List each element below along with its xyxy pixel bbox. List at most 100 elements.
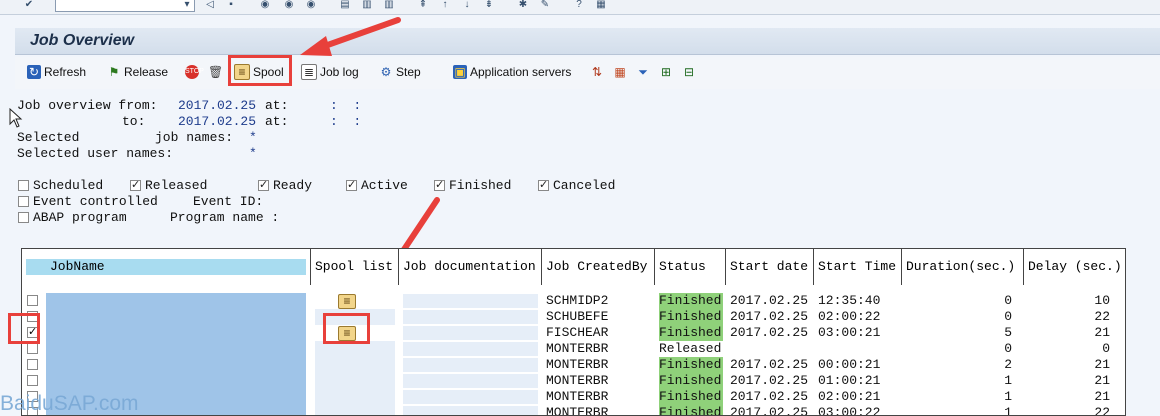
start-time-cell: 03:00:22 (818, 405, 881, 416)
released-label: Released (145, 178, 208, 193)
header-duration[interactable]: Duration(sec.) (902, 249, 1024, 285)
header-starttime-label: Start Time (818, 259, 897, 274)
created-by-cell: FISCHEAR (546, 325, 609, 340)
delay-cell: 10 (1094, 293, 1110, 308)
row-select-checkbox[interactable] (27, 375, 38, 386)
row-select-checkbox[interactable] (27, 343, 38, 354)
from-label: Job overview from: (17, 98, 158, 113)
header-createdby-label: Job CreatedBy (546, 259, 648, 274)
job-name-cell-blurred (46, 357, 306, 373)
row-select-checkbox[interactable] (27, 359, 38, 370)
status-cell: Released (659, 341, 722, 356)
arrow-head-top (300, 36, 332, 56)
row-select-checkbox[interactable] (27, 295, 38, 306)
table-row[interactable]: SCHUBEFE Finished 2017.02.25 02:00:22 0 22 (22, 309, 1125, 325)
start-time-cell: 01:00:21 (818, 373, 881, 388)
duration-cell: 1 (1004, 405, 1012, 416)
start-time-cell: 02:00:22 (818, 309, 881, 324)
header-start-date[interactable]: Start date (726, 249, 814, 285)
created-by-cell: MONTERBR (546, 341, 609, 356)
start-date-cell: 2017.02.25 (730, 357, 809, 372)
job-name-cell-blurred (46, 341, 306, 357)
created-by-cell: MONTERBR (546, 389, 609, 404)
mouse-cursor-icon (9, 108, 23, 128)
annotation-box-checkbox (8, 313, 40, 344)
table-row[interactable]: MONTERBR Finished 2017.02.25 02:00:21 1 21 (22, 389, 1125, 405)
abap-program-checkbox[interactable] (18, 212, 29, 223)
canceled-checkbox[interactable] (538, 178, 549, 191)
canceled-label: Canceled (553, 178, 616, 193)
job-documentation-cell (403, 326, 538, 340)
ready-checkbox[interactable] (258, 178, 269, 191)
delay-cell: 21 (1094, 373, 1110, 388)
job-documentation-cell (403, 374, 538, 388)
table-row[interactable]: MONTERBR Finished 2017.02.25 00:00:21 2 21 (22, 357, 1125, 373)
duration-cell: 5 (1004, 325, 1012, 340)
start-date-cell: 2017.02.25 (730, 309, 809, 324)
table-row[interactable]: MONTERBR Finished 2017.02.25 01:00:21 1 21 (22, 373, 1125, 389)
delay-cell: 22 (1094, 309, 1110, 324)
created-by-cell: MONTERBR (546, 405, 609, 416)
spool-list-icon[interactable]: ≡ (338, 294, 356, 309)
user-names-value: * (249, 146, 257, 161)
start-date-cell: 2017.02.25 (730, 293, 809, 308)
delay-cell: 21 (1094, 389, 1110, 404)
annotation-box-spool-icon (323, 313, 370, 344)
table-row[interactable]: ≡ SCHMIDP2 Finished 2017.02.25 12:35:40 0 10 (22, 293, 1125, 309)
to-label: to: (122, 114, 146, 129)
event-id-label: Event ID: (193, 194, 264, 209)
active-checkbox[interactable] (346, 178, 357, 191)
job-names-value: * (249, 130, 257, 145)
spool-cell (315, 389, 395, 405)
job-name-cell-blurred (46, 325, 306, 341)
start-date-cell: 2017.02.25 (730, 389, 809, 404)
status-cell: Finished (659, 309, 723, 325)
status-cell: Finished (659, 373, 723, 389)
job-documentation-cell (403, 390, 538, 404)
at-label-2: at: (265, 114, 289, 129)
table-row[interactable]: MONTERBR Released 0 0 (22, 341, 1125, 357)
created-by-cell: SCHUBEFE (546, 309, 609, 324)
selected-label: Selected (17, 130, 80, 145)
created-by-cell: MONTERBR (546, 357, 609, 372)
watermark: BaiduSAP.com (0, 392, 139, 415)
duration-cell: 0 (1004, 309, 1012, 324)
event-controlled-checkbox[interactable] (18, 196, 29, 207)
ready-label: Ready (273, 178, 313, 193)
delay-cell: 21 (1094, 325, 1110, 340)
released-checkbox[interactable] (130, 178, 141, 191)
job-documentation-cell (403, 310, 538, 324)
job-documentation-cell (403, 358, 538, 372)
status-cell: Finished (659, 389, 723, 405)
scheduled-checkbox[interactable] (18, 180, 29, 191)
table-row[interactable]: MONTERBR Finished 2017.02.25 03:00:22 1 22 (22, 405, 1125, 416)
header-start-time[interactable]: Start Time (814, 249, 902, 285)
header-delay[interactable]: Delay (sec.) (1024, 249, 1125, 285)
job-name-cell-blurred (46, 373, 306, 389)
finished-label: Finished (449, 178, 512, 193)
delay-cell: 0 (1102, 341, 1110, 356)
header-duration-label: Duration(sec.) (906, 259, 1016, 274)
header-status[interactable]: Status (655, 249, 726, 285)
header-jobname-label: JobName (50, 259, 105, 274)
from-date: 2017.02.25 (178, 98, 257, 113)
job-documentation-cell (403, 342, 538, 356)
delay-cell: 21 (1094, 357, 1110, 372)
header-job-createdby[interactable]: Job CreatedBy (542, 249, 655, 285)
to-time: : : (330, 114, 362, 129)
start-date-cell: 2017.02.25 (730, 373, 809, 388)
start-time-cell: 12:35:40 (818, 293, 881, 308)
table-row[interactable]: ✓ ≡ FISCHEAR Finished 2017.02.25 03:00:21 5 21 (22, 325, 1125, 341)
job-documentation-cell (403, 294, 538, 308)
event-controlled-label: Event controlled (33, 194, 158, 209)
spool-cell (315, 373, 395, 389)
finished-checkbox[interactable] (434, 178, 445, 191)
delay-cell: 22 (1094, 405, 1110, 416)
start-time-cell: 02:00:21 (818, 389, 881, 404)
header-spool-list[interactable]: Spool list (311, 249, 399, 285)
header-status-label: Status (659, 259, 706, 274)
header-jobname[interactable]: JobName (22, 249, 311, 285)
start-date-cell: 2017.02.25 (730, 405, 809, 416)
header-job-documentation[interactable]: Job documentation (399, 249, 542, 285)
job-table: JobName Spool list Job documentation Job… (21, 248, 1126, 416)
